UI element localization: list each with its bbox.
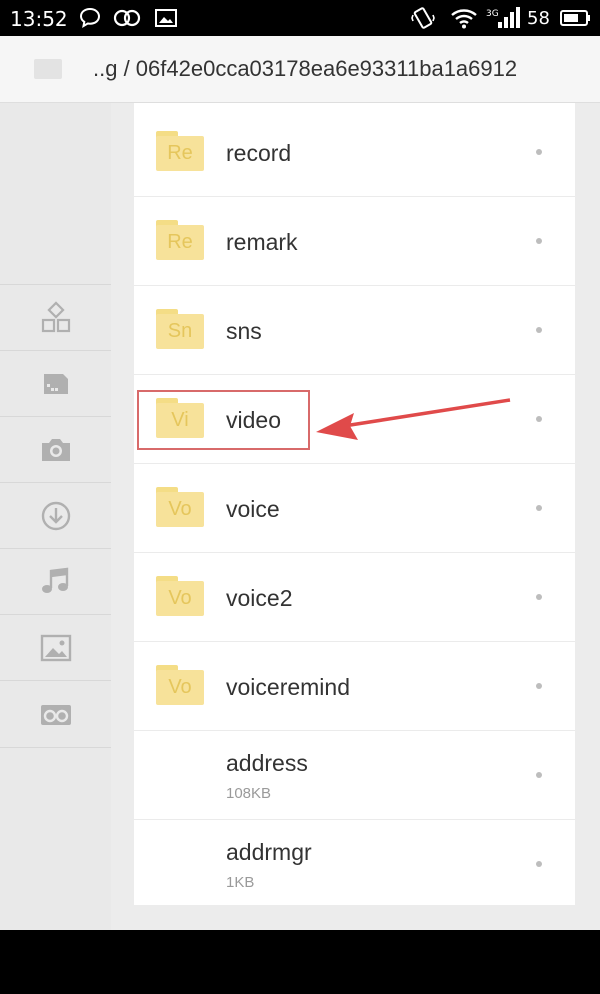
file-name: addrmgr: [226, 839, 312, 865]
sidebar-item-camera[interactable]: [0, 416, 111, 483]
file-name: remark: [226, 229, 298, 255]
more-icon[interactable]: [536, 772, 542, 778]
sidebar-item-music[interactable]: [0, 548, 111, 615]
sidebar-item-glasses[interactable]: [0, 680, 111, 748]
screen: 13:52 3G 58 ..g / 06f42e0cca03178ea6e933…: [0, 0, 600, 930]
more-icon[interactable]: [536, 416, 542, 422]
file-name: voice2: [226, 585, 293, 611]
glasses-icon: [40, 705, 71, 725]
sidebar-item-picture[interactable]: [0, 614, 111, 681]
battery-icon: [560, 10, 590, 26]
folder-icon: Vo: [156, 487, 204, 527]
list-item[interactable]: Re remark: [134, 196, 575, 286]
red-arrow-annotation: [316, 398, 511, 440]
folder-icon: Re: [156, 131, 204, 171]
folder-icon: Vo: [156, 576, 204, 616]
list-item[interactable]: Re record: [134, 107, 575, 197]
file-name: voiceremind: [226, 674, 350, 700]
sdcard-icon: [43, 374, 68, 394]
vibrate-icon: [411, 7, 435, 29]
list-item[interactable]: Sn sns: [134, 285, 575, 375]
status-bar: 13:52 3G 58: [0, 0, 600, 36]
list-item[interactable]: address 108KB: [134, 730, 575, 820]
sidebar-item-sdcard[interactable]: [0, 350, 111, 417]
path-bar: ..g / 06f42e0cca03178ea6e93311ba1a6912: [0, 36, 600, 103]
more-icon[interactable]: [536, 149, 542, 155]
apps-icon: [41, 301, 70, 333]
file-name: address: [226, 750, 308, 776]
breadcrumb[interactable]: ..g / 06f42e0cca03178ea6e93311ba1a6912: [93, 56, 517, 82]
file-name: voice: [226, 496, 280, 522]
sidebar: [0, 103, 111, 930]
status-time: 13:52: [10, 7, 68, 31]
folder-icon: Re: [156, 220, 204, 260]
more-icon[interactable]: [536, 683, 542, 689]
file-list: Re record Re remark Sn sns Vi video Vo v…: [134, 103, 575, 905]
list-item[interactable]: addrmgr 1KB: [134, 819, 575, 908]
more-icon[interactable]: [536, 861, 542, 867]
sidebar-item-download[interactable]: [0, 482, 111, 549]
highlight-box: [137, 390, 310, 450]
infinity-icon: [113, 9, 141, 27]
sidebar-item-apps[interactable]: [0, 284, 111, 351]
folder-icon: Sn: [156, 309, 204, 349]
file-name: record: [226, 140, 292, 166]
file-size: 108KB: [226, 785, 272, 802]
file-name: sns: [226, 318, 262, 344]
more-icon[interactable]: [536, 238, 542, 244]
list-item[interactable]: Vo voice: [134, 463, 575, 553]
signal-icon: 3G: [486, 7, 520, 28]
svg-text:3G: 3G: [486, 9, 499, 19]
image-icon: [155, 9, 177, 27]
list-item[interactable]: Vo voice2: [134, 552, 575, 642]
chat-bubble-icon: [79, 7, 101, 28]
music-icon: [41, 567, 68, 593]
folder-icon: Vo: [156, 665, 204, 705]
more-icon[interactable]: [536, 594, 542, 600]
more-icon[interactable]: [536, 505, 542, 511]
wifi-icon: [451, 9, 477, 29]
file-size: 1KB: [226, 874, 255, 891]
more-icon[interactable]: [536, 327, 542, 333]
list-item[interactable]: Vo voiceremind: [134, 641, 575, 731]
picture-icon: [40, 634, 71, 662]
camera-icon: [41, 439, 70, 461]
battery-level: 58: [527, 8, 550, 29]
folder-icon[interactable]: [34, 59, 62, 79]
download-icon: [41, 501, 70, 531]
